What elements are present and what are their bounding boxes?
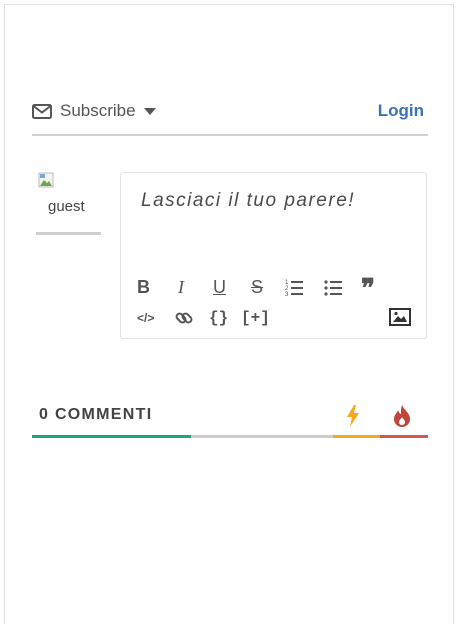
tab-underline-base xyxy=(191,435,333,438)
avatar-underline xyxy=(36,232,101,235)
underline-button[interactable]: U xyxy=(213,277,226,298)
link-icon[interactable] xyxy=(175,309,193,327)
envelope-icon xyxy=(32,103,52,119)
tab-underline-newest xyxy=(32,435,191,438)
subscribe-label: Subscribe xyxy=(60,101,136,120)
bold-button[interactable]: B xyxy=(137,277,150,298)
italic-button[interactable]: I xyxy=(178,277,184,298)
avatar-alt-text: guest xyxy=(48,198,85,215)
login-link[interactable]: Login xyxy=(378,101,424,121)
svg-text:3: 3 xyxy=(285,292,289,296)
avatar: guest xyxy=(36,172,101,235)
spoiler-button[interactable]: [+] xyxy=(241,309,270,327)
image-upload-icon[interactable] xyxy=(389,308,411,326)
comment-placeholder: Lasciaci il tuo parere! xyxy=(141,190,356,211)
code-button[interactable]: </> xyxy=(137,311,154,325)
tab-underline-fire xyxy=(380,435,428,438)
comment-count: 0 COMMENTI xyxy=(39,406,153,423)
bullet-list-icon[interactable] xyxy=(324,278,342,296)
ordered-list-icon[interactable]: 1 2 3 xyxy=(285,278,303,296)
fire-icon[interactable] xyxy=(392,404,412,428)
strikethrough-button[interactable]: S xyxy=(251,277,263,298)
subscribe-dropdown[interactable]: Subscribe xyxy=(32,101,156,121)
quote-button[interactable]: ❞ xyxy=(361,273,375,304)
tab-underline-bolt xyxy=(333,435,380,438)
caret-down-icon xyxy=(143,107,156,115)
subscribe-bar: Subscribe Login xyxy=(32,96,428,136)
code-block-button[interactable]: {} xyxy=(209,309,228,327)
comments-header: 0 COMMENTI xyxy=(32,398,428,440)
comment-editor[interactable]: Lasciaci il tuo parere! B I U S 1 2 3 ❞ … xyxy=(120,172,427,339)
broken-image-icon xyxy=(38,172,54,188)
bolt-icon[interactable] xyxy=(345,404,361,428)
